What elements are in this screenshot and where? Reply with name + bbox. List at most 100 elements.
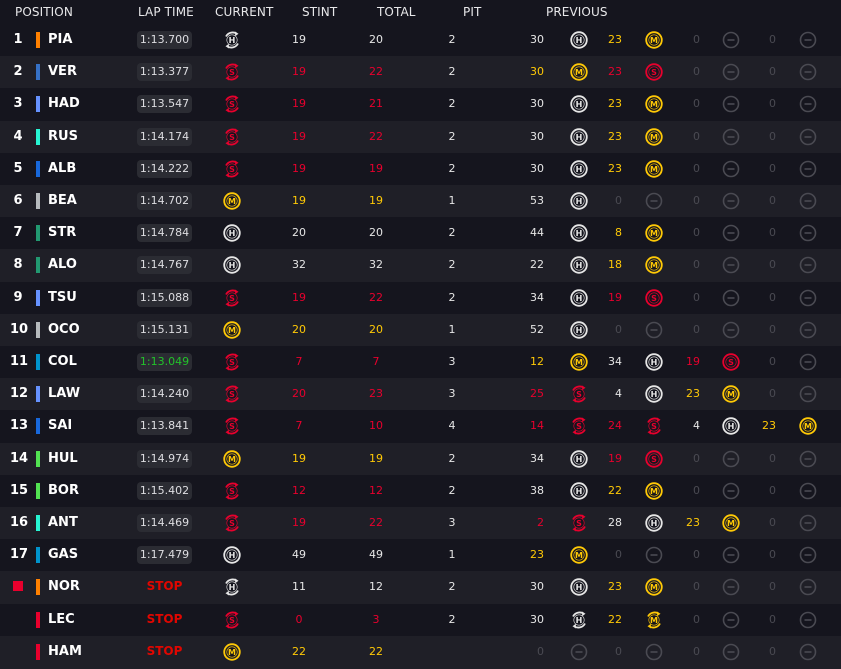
previous-tyre-icon	[721, 577, 741, 597]
driver-code[interactable]: RUS	[48, 129, 78, 144]
previous-stint-laps: 30	[530, 612, 544, 626]
table-row[interactable]: 13 SAI 1:13.841 S 7 10 4 14 S 24 S 4 H 23 M	[0, 410, 841, 444]
lap-time-badge: 1:15.402	[137, 481, 192, 500]
previous-tyre-icon: M	[644, 610, 664, 630]
previous-tyre-icon: M	[644, 127, 664, 147]
table-row[interactable]: 5 ALB 1:14.222 S 19 19 2 30 H 23 M 0 0	[0, 152, 841, 186]
previous-stint-laps: 0	[769, 65, 776, 79]
previous-stint-laps: 0	[769, 612, 776, 626]
previous-tyre-icon	[798, 577, 818, 597]
previous-stint-laps: 34	[530, 451, 544, 465]
previous-tyre-icon: H	[644, 352, 664, 372]
driver-code[interactable]: OCO	[48, 322, 80, 337]
previous-stint-laps: 23	[686, 387, 700, 401]
driver-code[interactable]: TSU	[48, 290, 77, 305]
driver-code[interactable]: HUL	[48, 451, 78, 466]
previous-stint-laps: 38	[530, 483, 544, 497]
header-lap-time[interactable]: LAP TIME	[138, 5, 194, 19]
stint-value: 0	[295, 612, 303, 626]
header-position[interactable]: POSITION	[15, 5, 73, 19]
table-row[interactable]: 10 OCO 1:15.131 M 20 20 1 52 H 0 0 0	[0, 313, 841, 347]
position-number: 10	[10, 321, 29, 337]
driver-code[interactable]: NOR	[48, 579, 80, 594]
position-number: 11	[10, 354, 29, 369]
table-row[interactable]: 2 VER 1:13.377 S 19 22 2 30 M 23 S 0 0	[0, 56, 841, 90]
svg-text:H: H	[229, 583, 236, 592]
previous-stint-laps: 30	[530, 161, 544, 175]
table-row[interactable]: 4 RUS 1:14.174 S 19 22 2 30 H 23 M 0 0	[0, 120, 841, 154]
previous-stint-laps: 28	[608, 516, 622, 529]
driver-code[interactable]: STR	[48, 225, 76, 240]
header-previous[interactable]: PREVIOUS	[546, 5, 608, 19]
previous-stint-laps: 22	[530, 258, 544, 272]
lap-time-badge: 1:14.767	[137, 256, 192, 275]
header-total[interactable]: TOTAL	[377, 5, 416, 19]
table-row[interactable]: LEC STOP S 0 3 2 30 H 22 M 0 0	[0, 603, 841, 637]
header-current[interactable]: CURRENT	[215, 5, 273, 19]
svg-text:H: H	[229, 261, 236, 270]
driver-code[interactable]: HAD	[48, 96, 80, 111]
svg-text:M: M	[650, 261, 658, 270]
previous-tyre-icon: M	[644, 577, 664, 597]
previous-stint-laps: 0	[693, 226, 700, 240]
table-row[interactable]: 17 GAS 1:17.479 H 49 49 1 23 M 0 0 0	[0, 539, 841, 573]
svg-text:H: H	[576, 487, 583, 496]
driver-code[interactable]: ANT	[48, 515, 78, 530]
driver-code[interactable]: HAM	[48, 644, 82, 659]
driver-code[interactable]: COL	[48, 354, 77, 369]
table-row[interactable]: 8 ALO 1:14.767 H 32 32 2 22 H 18 M 0 0	[0, 249, 841, 283]
driver-code[interactable]: SAI	[48, 418, 72, 433]
table-row[interactable]: 6 BEA 1:14.702 M 19 19 1 53 H 0 0 0	[0, 185, 841, 218]
table-row[interactable]: HAM STOP M 22 22 0 0 0 0	[0, 635, 841, 669]
current-tyre-icon: S	[222, 127, 242, 147]
previous-tyre-icon: S	[569, 416, 589, 436]
svg-text:H: H	[576, 197, 583, 206]
driver-code[interactable]: BEA	[48, 193, 77, 208]
previous-tyre-icon	[569, 642, 589, 662]
table-row[interactable]: 12 LAW 1:14.240 S 20 23 3 25 S 4 H 23 M 0	[0, 378, 841, 412]
previous-stint-laps: 23	[608, 65, 622, 79]
table-row[interactable]: 1 PIA 1:13.700 H 19 20 2 30 H 23 M 0 0	[0, 24, 841, 57]
svg-text:S: S	[229, 422, 235, 431]
driver-code[interactable]: BOR	[48, 483, 79, 498]
previous-tyre-icon	[798, 94, 818, 114]
table-row[interactable]: NOR STOP H 11 12 2 30 H 23 M 0 0	[0, 571, 841, 605]
previous-stint-laps: 0	[769, 129, 776, 143]
table-row[interactable]: 11 COL 1:13.049 S 7 7 3 12 M 34 H 19 S 0	[0, 346, 841, 379]
svg-text:S: S	[229, 165, 235, 174]
header-stint[interactable]: STINT	[302, 5, 337, 19]
previous-tyre-icon: S	[644, 449, 664, 469]
driver-code[interactable]: VER	[48, 64, 77, 79]
svg-text:M: M	[228, 197, 236, 206]
table-row[interactable]: 3 HAD 1:13.547 S 19 21 2 30 H 23 M 0 0	[0, 88, 841, 122]
driver-code[interactable]: ALO	[48, 257, 77, 272]
svg-text:M: M	[575, 68, 583, 77]
driver-code[interactable]: PIA	[48, 32, 72, 47]
previous-stint-laps: 0	[693, 580, 700, 594]
driver-code[interactable]: ALB	[48, 161, 76, 176]
lap-time-badge: 1:14.240	[137, 385, 192, 404]
team-color-bar	[36, 386, 40, 403]
svg-text:M: M	[575, 551, 583, 560]
driver-code[interactable]: GAS	[48, 547, 78, 562]
driver-code[interactable]: LAW	[48, 386, 80, 401]
table-row[interactable]: 7 STR 1:14.784 H 20 20 2 44 H 8 M 0 0	[0, 217, 841, 251]
table-row[interactable]: 9 TSU 1:15.088 S 19 22 2 34 H 19 S 0 0	[0, 281, 841, 315]
previous-tyre-icon	[798, 127, 818, 147]
previous-stint-laps: 0	[769, 644, 776, 658]
header-pit[interactable]: PIT	[463, 5, 481, 19]
previous-tyre-icon: M	[644, 94, 664, 114]
driver-code[interactable]: LEC	[48, 612, 75, 627]
table-row[interactable]: 16 ANT 1:14.469 S 19 22 3 2 S 28 H 23 M 0	[0, 507, 841, 540]
stint-value: 20	[292, 387, 306, 401]
current-tyre-icon: S	[222, 513, 242, 533]
previous-stint-laps: 30	[530, 580, 544, 594]
previous-stint-laps: 4	[693, 419, 700, 433]
svg-text:S: S	[576, 390, 582, 399]
table-row[interactable]: 14 HUL 1:14.974 M 19 19 2 34 H 19 S 0 0	[0, 442, 841, 476]
svg-text:S: S	[728, 358, 734, 367]
previous-stint-laps: 23	[608, 33, 622, 46]
table-row[interactable]: 15 BOR 1:15.402 S 12 12 2 38 H 22 M 0 0	[0, 474, 841, 508]
svg-text:S: S	[229, 294, 235, 303]
stint-value: 22	[292, 644, 306, 658]
